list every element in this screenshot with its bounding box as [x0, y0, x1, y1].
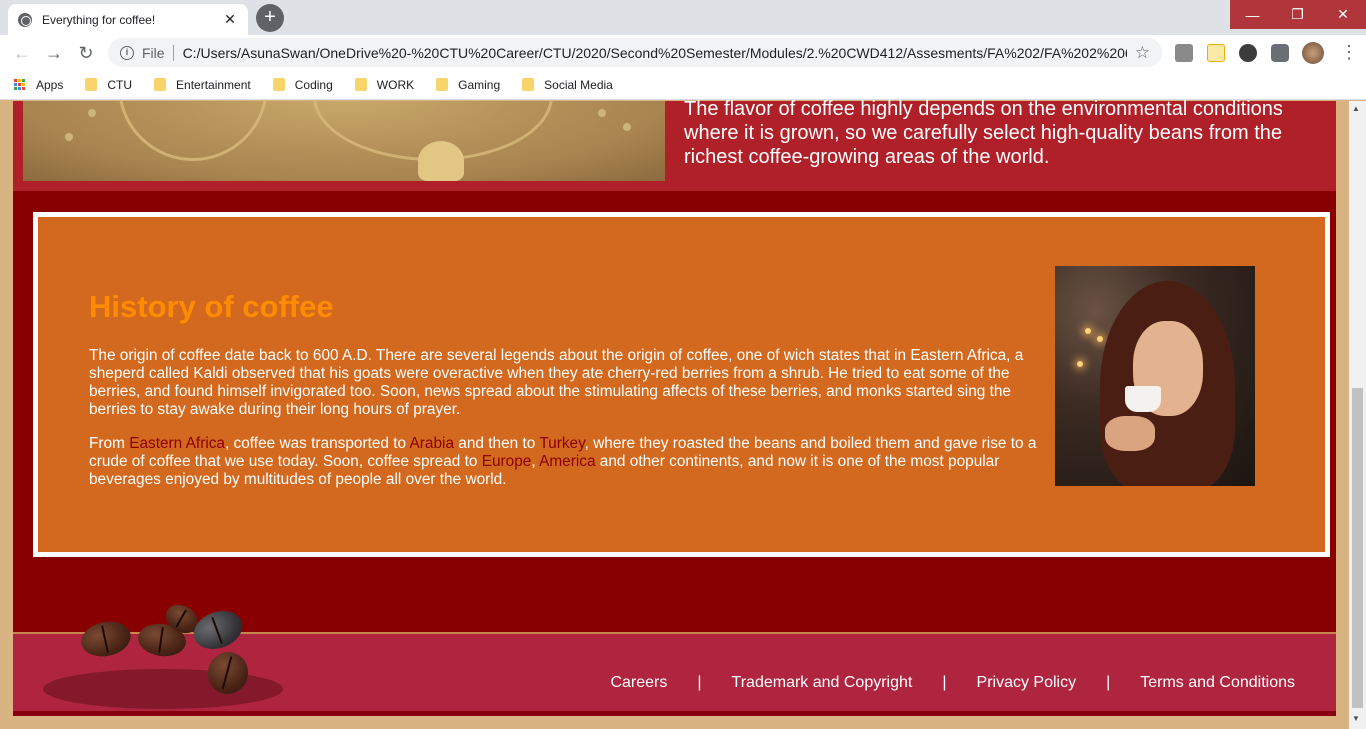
folder-icon	[354, 78, 367, 91]
url-text[interactable]: C:/Users/AsunaSwan/OneDrive%20-%20CTU%20…	[183, 45, 1127, 61]
history-text: The origin of coffee date back to 600 A.…	[89, 347, 1049, 505]
close-window-button[interactable]: ✕	[1320, 0, 1366, 29]
link-europe[interactable]: Europe	[482, 453, 532, 470]
globe-icon	[18, 12, 32, 27]
bookmarks-bar: Apps CTU Entertainment Coding WORK Gamin…	[0, 70, 1366, 100]
intro-text: The flavor of coffee highly depends on t…	[684, 98, 1283, 168]
folder-icon	[272, 78, 285, 91]
extension-icon-dark[interactable]	[1239, 44, 1257, 62]
ornament-dot	[65, 133, 73, 141]
lamp-light	[1085, 328, 1091, 334]
folder-icon	[154, 78, 167, 91]
minimize-button[interactable]: —	[1230, 0, 1275, 29]
footer-separator: |	[697, 674, 702, 691]
restore-button[interactable]: ❐	[1275, 0, 1320, 29]
puzzle-icon[interactable]	[1271, 44, 1289, 62]
hand-shape	[1105, 416, 1155, 451]
lamp-light	[1077, 361, 1083, 367]
footer-link-terms[interactable]: Terms and Conditions	[1140, 674, 1295, 692]
back-button[interactable]: ←	[10, 41, 34, 65]
pdf-extension-icon[interactable]	[1175, 44, 1193, 62]
apps-grid-icon	[14, 78, 26, 91]
bookmark-coding[interactable]: Coding	[272, 77, 333, 92]
woman-drinking-coffee-photo	[1055, 266, 1255, 486]
bean-ornament	[418, 141, 464, 181]
cup-shape	[1125, 386, 1161, 412]
history-paragraph-1: The origin of coffee date back to 600 A.…	[89, 347, 1024, 418]
footer-separator: |	[1106, 674, 1111, 691]
coffee-beans-image	[43, 599, 283, 709]
footer-link-careers[interactable]: Careers	[610, 674, 667, 692]
reload-button[interactable]: ↻	[74, 41, 98, 65]
bean	[78, 617, 134, 661]
lamp-light	[1097, 336, 1103, 342]
footer-bottom-bar	[13, 711, 1336, 716]
coffee-emblem-image	[23, 101, 665, 181]
menu-kebab-icon[interactable]: ⋮	[1340, 42, 1358, 63]
address-bar[interactable]: i File C:/Users/AsunaSwan/OneDrive%20-%2…	[108, 38, 1162, 67]
ornament-dot	[88, 109, 96, 117]
footer-link-privacy[interactable]: Privacy Policy	[977, 674, 1077, 692]
bean	[188, 604, 248, 656]
footer-links: Careers | Trademark and Copyright | Priv…	[610, 674, 1295, 692]
ornament-dot	[598, 109, 606, 117]
extension-icon[interactable]	[1207, 44, 1225, 62]
url-scheme: File	[142, 44, 174, 61]
bookmark-label: WORK	[376, 77, 415, 92]
bookmark-ctu[interactable]: CTU	[85, 78, 132, 92]
forward-button[interactable]: →	[42, 41, 66, 65]
page-content: The flavor of coffee highly depends on t…	[13, 98, 1336, 729]
bookmark-label: Apps	[36, 77, 64, 92]
ornament-shape	[118, 101, 268, 161]
text-span: From	[89, 435, 130, 452]
bookmark-work[interactable]: WORK	[354, 77, 415, 92]
bookmark-social-media[interactable]: Social Media	[522, 78, 613, 92]
text-span: ,	[531, 453, 540, 470]
scroll-up-arrow-icon[interactable]: ▲	[1352, 104, 1360, 113]
info-icon[interactable]: i	[120, 45, 134, 60]
bookmark-label: Entertainment	[176, 77, 251, 92]
bookmark-label: Gaming	[458, 77, 501, 92]
folder-icon	[522, 78, 535, 91]
bookmark-gaming[interactable]: Gaming	[436, 78, 500, 92]
ornament-dot	[623, 123, 631, 131]
bookmark-entertainment[interactable]: Entertainment	[154, 78, 251, 92]
link-eastern-africa[interactable]: Eastern Africa	[129, 435, 225, 452]
close-tab-icon[interactable]: ✕	[222, 11, 238, 28]
browser-titlebar: Everything for coffee! ✕ + — ❐ ✕	[0, 0, 1366, 35]
link-turkey[interactable]: Turkey	[539, 435, 584, 452]
history-title: History of coffee	[89, 289, 334, 324]
new-tab-button[interactable]: +	[256, 4, 284, 32]
bookmark-label: CTU	[107, 77, 133, 92]
bookmark-apps[interactable]: Apps	[14, 78, 63, 92]
folder-icon	[85, 78, 98, 91]
text-span: and then to	[454, 435, 540, 452]
intro-section: The flavor of coffee highly depends on t…	[13, 98, 1336, 191]
bookmark-star-icon[interactable]: ☆	[1135, 43, 1150, 63]
history-paragraph-2: From Eastern Africa, coffee was transpor…	[89, 435, 1049, 489]
scrollbar-thumb[interactable]	[1352, 388, 1363, 708]
folder-icon	[436, 78, 449, 91]
tab-title: Everything for coffee!	[42, 12, 156, 27]
browser-tab[interactable]: Everything for coffee! ✕	[8, 4, 248, 35]
link-arabia[interactable]: Arabia	[410, 435, 455, 452]
avatar[interactable]	[1302, 42, 1324, 64]
link-america[interactable]: America	[539, 453, 595, 470]
scroll-down-arrow-icon[interactable]: ▼	[1352, 714, 1360, 723]
history-box: History of coffee The origin of coffee d…	[33, 212, 1330, 557]
footer-link-trademark[interactable]: Trademark and Copyright	[732, 674, 913, 692]
bookmark-label: Social Media	[544, 77, 613, 92]
history-section: History of coffee The origin of coffee d…	[13, 191, 1336, 632]
browser-toolbar: ← → ↻ i File C:/Users/AsunaSwan/OneDrive…	[0, 35, 1366, 70]
bookmark-label: Coding	[294, 77, 333, 92]
text-span: , coffee was transported to	[225, 435, 410, 452]
footer-separator: |	[942, 674, 947, 691]
